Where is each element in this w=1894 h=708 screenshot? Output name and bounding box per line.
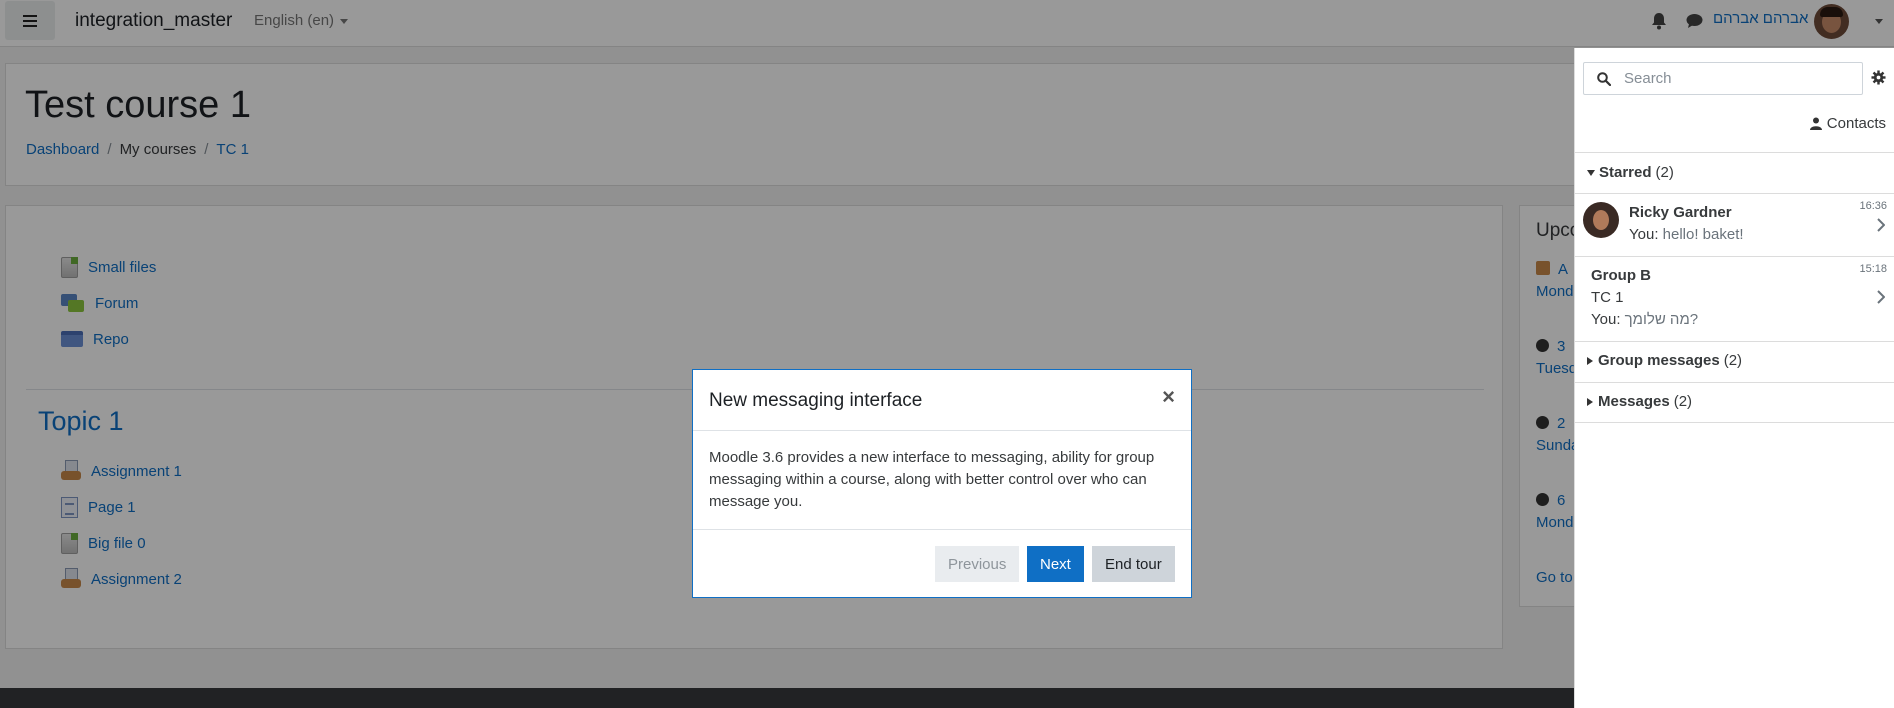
caret-right-icon [1587, 356, 1593, 365]
section-count: (2) [1673, 393, 1693, 410]
previous-button[interactable]: Previous [935, 546, 1020, 582]
next-button[interactable]: Next [1027, 546, 1084, 582]
section-count: (2) [1723, 352, 1743, 369]
search-input[interactable] [1624, 63, 1854, 94]
conversation-subtitle: TC 1 [1591, 289, 1624, 306]
chevron-right-icon [1877, 218, 1885, 232]
divider [1575, 341, 1894, 342]
caret-down-icon [1587, 169, 1595, 176]
section-label: Messages [1598, 393, 1670, 410]
conversation-name: Ricky Gardner [1629, 204, 1732, 221]
chevron-right-icon [1877, 290, 1885, 304]
section-count: (2) [1655, 164, 1674, 181]
end-tour-button[interactable]: End tour [1092, 546, 1175, 582]
group-messages-section-header[interactable]: Group messages (2) [1587, 352, 1742, 369]
message-drawer: Contacts Starred (2) Ricky Gardner You: … [1574, 48, 1894, 708]
conversation-preview: You: hello! baket! [1629, 226, 1744, 243]
search-box [1583, 62, 1863, 95]
section-label: Group messages [1598, 352, 1720, 369]
search-icon [1597, 72, 1611, 86]
conversation-item[interactable]: Group B TC 1 You: מה שלומך? 15:18 [1575, 257, 1894, 337]
dialog-title: New messaging interface [709, 390, 923, 411]
conversation-time: 15:18 [1859, 263, 1887, 275]
contacts-link[interactable]: Contacts [1809, 115, 1886, 132]
divider [1575, 422, 1894, 423]
tour-dialog: New messaging interface × Moodle 3.6 pro… [692, 369, 1192, 598]
dialog-body: Moodle 3.6 provides a new interface to m… [709, 449, 1155, 510]
conversation-name: Group B [1591, 267, 1651, 284]
conversation-time: 16:36 [1859, 200, 1887, 212]
messages-section-header[interactable]: Messages (2) [1587, 393, 1692, 410]
contacts-label: Contacts [1826, 115, 1886, 132]
gear-icon[interactable] [1871, 70, 1886, 85]
starred-section-header[interactable]: Starred (2) [1587, 164, 1674, 181]
conversation-preview: You: מה שלומך? [1591, 311, 1699, 328]
person-icon [1809, 117, 1822, 130]
close-icon[interactable]: × [1162, 386, 1175, 408]
section-label: Starred [1599, 164, 1652, 181]
dialog-footer-divider [693, 529, 1191, 530]
conversation-item[interactable]: Ricky Gardner You: hello! baket! 16:36 [1575, 194, 1894, 256]
caret-right-icon [1587, 397, 1593, 406]
avatar [1583, 202, 1619, 238]
dialog-header: New messaging interface × [693, 370, 1191, 431]
divider [1575, 382, 1894, 383]
divider [1575, 152, 1894, 153]
